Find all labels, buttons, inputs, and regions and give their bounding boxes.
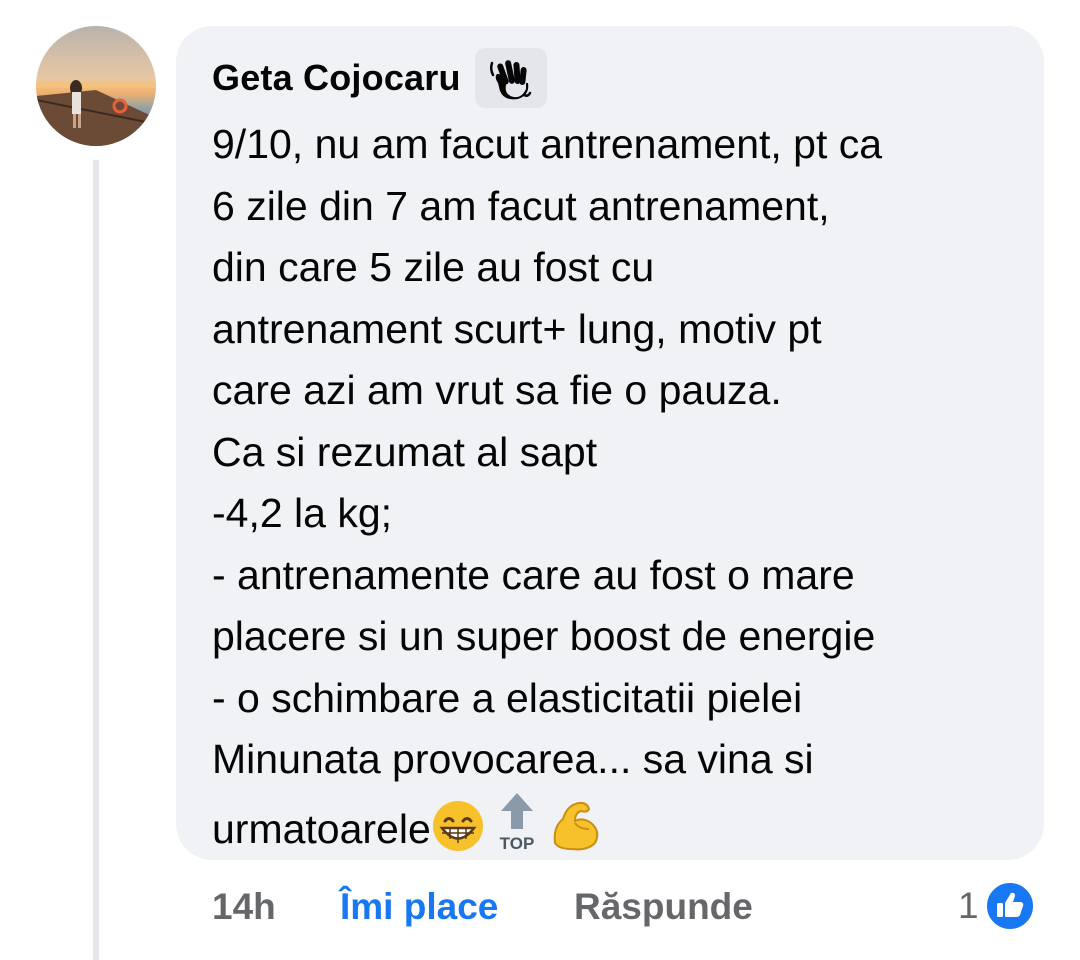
comment-body: 9/10, nu am facut antrenament, pt ca 6 z… [212, 121, 883, 852]
comment-bubble: Geta Cojocaru 9/10, nu am facut antrenam… [176, 26, 1044, 860]
reaction-count: 1 [958, 885, 979, 926]
author-row: Geta Cojocaru [212, 48, 547, 108]
profile-photo-sunset-pier-icon [36, 26, 156, 146]
comment-text: 9/10, nu am facut antrenament, pt ca 6 z… [212, 114, 1022, 860]
reaction-summary[interactable]: 1 [958, 878, 1035, 934]
top-emoji-label: TOP [499, 834, 534, 853]
like-button[interactable]: Îmi place [340, 886, 498, 928]
trailing-emojis: TOP [431, 791, 617, 853]
flexed-biceps-icon [553, 801, 599, 850]
like-thumb-icon [984, 881, 1035, 931]
avatar[interactable] [36, 26, 156, 146]
comment-actions: 14h Îmi place Răspunde 1 [0, 878, 1080, 938]
timestamp[interactable]: 14h [212, 886, 276, 928]
comment-view: Geta Cojocaru 9/10, nu am facut antrenam… [0, 0, 1080, 960]
author-name[interactable]: Geta Cojocaru [212, 57, 461, 99]
waving-hand-badge[interactable] [474, 48, 547, 108]
reply-button[interactable]: Răspunde [574, 886, 753, 928]
waving-hand-icon [489, 60, 531, 100]
grinning-face-icon [432, 800, 483, 851]
thread-line [93, 160, 99, 960]
top-arrow-icon: TOP [499, 792, 534, 853]
